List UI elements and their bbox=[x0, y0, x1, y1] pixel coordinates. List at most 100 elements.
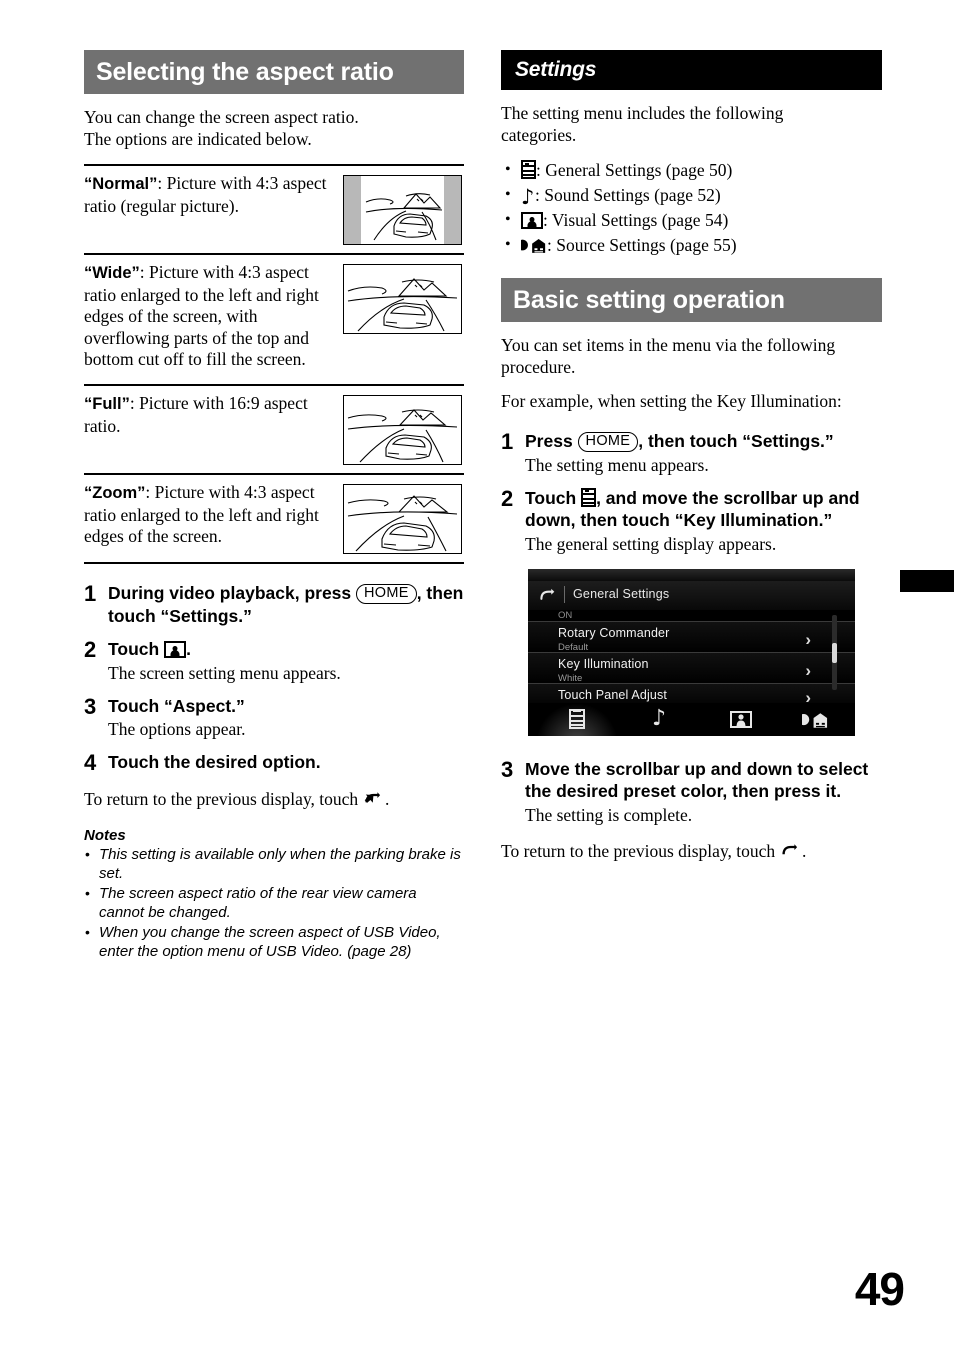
settings-intro-line2: categories. bbox=[501, 125, 577, 145]
step-title-before: During video playback, press bbox=[108, 583, 356, 603]
step-body: During video playback, press HOME, then … bbox=[108, 582, 464, 627]
device-tab-visual[interactable] bbox=[700, 703, 782, 736]
aspect-option-row: “Full”: Picture with 16:9 aspect ratio. bbox=[84, 386, 464, 475]
back-arrow-icon bbox=[781, 843, 797, 854]
settings-intro-paragraph: The setting menu includes the following … bbox=[501, 102, 882, 146]
aspect-option-row: “Zoom”: Picture with 4:3 aspect ratio en… bbox=[84, 475, 464, 564]
settings-category-label: : Sound Settings (page 52) bbox=[535, 185, 721, 205]
full-aspect-illustration bbox=[343, 395, 462, 465]
aspect-option-name: “Full” bbox=[84, 395, 130, 413]
page-edge-tab-marker bbox=[900, 570, 954, 592]
sound-settings-tab-icon: ♪ bbox=[651, 706, 667, 731]
general-settings-icon bbox=[581, 487, 597, 507]
sound-settings-icon: ♪ bbox=[521, 185, 535, 209]
settings-intro-line1: The setting menu includes the following bbox=[501, 103, 784, 123]
aspect-option-text: “Full”: Picture with 16:9 aspect ratio. bbox=[84, 393, 336, 437]
section-heading-basic-setting: Basic setting operation bbox=[501, 278, 882, 322]
general-settings-tab-icon bbox=[569, 709, 585, 729]
wide-aspect-illustration bbox=[343, 264, 462, 334]
zoom-aspect-illustration bbox=[343, 484, 462, 554]
step-title: Touch . bbox=[108, 638, 464, 661]
device-scrollbar-track[interactable] bbox=[832, 614, 837, 690]
aspect-option-text: “Normal”: Picture with 4:3 aspect ratio … bbox=[84, 173, 336, 217]
step-number: 2 bbox=[84, 637, 97, 662]
wide-aspect-figure-svg bbox=[343, 264, 462, 334]
basic-intro-paragraph: You can set items in the menu via the fo… bbox=[501, 334, 882, 378]
right-column: Settings The setting menu includes the f… bbox=[501, 50, 882, 862]
zoom-aspect-figure-svg bbox=[343, 484, 462, 554]
settings-category-item: : Visual Settings (page 54) bbox=[501, 207, 882, 233]
step-title: Move the scrollbar up and down to select… bbox=[525, 758, 869, 802]
document-page: Selecting the aspect ratio You can chang… bbox=[0, 0, 954, 1352]
general-settings-icon bbox=[521, 160, 536, 179]
step-number: 3 bbox=[84, 693, 97, 719]
aspect-option-name: “Wide” bbox=[84, 264, 140, 282]
return-note-before: To return to the previous display, touch bbox=[84, 789, 363, 809]
aspect-option-row: “Wide”: Picture with 4:3 aspect ratio en… bbox=[84, 255, 464, 386]
step-title-before: Touch bbox=[525, 487, 582, 508]
step-subtext: The options appear. bbox=[108, 719, 246, 739]
device-row-label: Touch Panel Adjust bbox=[558, 687, 668, 702]
chevron-right-icon: › bbox=[805, 629, 811, 649]
chevron-right-icon: › bbox=[805, 660, 811, 680]
return-note-before: To return to the previous display, touch bbox=[501, 840, 780, 861]
normal-aspect-illustration bbox=[343, 175, 462, 245]
device-list-row[interactable]: Rotary Commander Default › bbox=[528, 620, 855, 653]
device-tab-bar: ♪ bbox=[528, 702, 855, 736]
device-list-row[interactable]: Key Illumination White › bbox=[528, 651, 855, 684]
step-title-before: Touch bbox=[108, 639, 165, 659]
aspect-option-text: “Zoom”: Picture with 4:3 aspect ratio en… bbox=[84, 482, 336, 548]
page-number: 49 bbox=[854, 1263, 905, 1315]
step-title: Touch the desired option. bbox=[108, 752, 321, 772]
step-title: Touch “Aspect.” bbox=[108, 695, 245, 716]
device-tab-sound[interactable]: ♪ bbox=[618, 703, 700, 736]
full-aspect-figure-svg bbox=[343, 395, 462, 465]
basic-steps-continued: 3 Move the scrollbar up and down to sele… bbox=[501, 758, 882, 826]
step-title-after: , then touch “Settings.” bbox=[638, 431, 834, 451]
aspect-option-name: “Normal” bbox=[84, 175, 158, 193]
settings-category-label: : Source Settings (page 55) bbox=[547, 235, 737, 255]
aspect-option-table: “Normal”: Picture with 4:3 aspect ratio … bbox=[84, 164, 464, 564]
device-tab-source[interactable] bbox=[774, 703, 855, 736]
step-title: During video playback, press HOME, then … bbox=[108, 582, 464, 627]
step-subtext: The general setting display appears. bbox=[525, 533, 777, 554]
basic-return-note: To return to the previous display, touch… bbox=[501, 840, 882, 862]
device-scrollbar-thumb[interactable] bbox=[832, 642, 837, 663]
aspect-steps-list: 1 During video playback, press HOME, the… bbox=[84, 582, 464, 774]
device-tab-general[interactable] bbox=[536, 702, 618, 736]
device-list-row[interactable]: Touch Panel Adjust › bbox=[528, 682, 855, 703]
step-body: Press HOME, then touch “Settings.” The s… bbox=[525, 430, 882, 476]
notes-heading: Notes bbox=[84, 827, 126, 844]
device-partial-row-value: ON bbox=[558, 609, 573, 621]
step-title: Touch , and move the scrollbar up and do… bbox=[525, 487, 882, 532]
step-number: 4 bbox=[84, 750, 97, 775]
basic-example-line: For example, when setting the Key Illumi… bbox=[501, 391, 842, 411]
step-title-before: Press bbox=[525, 431, 578, 451]
basic-steps-list: 1 Press HOME, then touch “Settings.” The… bbox=[501, 430, 882, 555]
step-body: Move the scrollbar up and down to select… bbox=[525, 758, 882, 826]
aspect-option-name: “Zoom” bbox=[84, 484, 146, 502]
device-back-arrow-icon[interactable] bbox=[538, 587, 555, 604]
home-key-button[interactable]: HOME bbox=[577, 432, 639, 452]
basic-intro-line2: procedure. bbox=[501, 357, 576, 377]
visual-settings-icon bbox=[521, 212, 543, 229]
settings-category-label: : General Settings (page 50) bbox=[536, 160, 733, 180]
step-number: 1 bbox=[84, 581, 97, 606]
return-note-after: . bbox=[797, 840, 807, 861]
device-screenshot: General Settings ON Rotary Commander Def… bbox=[528, 568, 855, 736]
step-body: Touch “Aspect.” The options appear. bbox=[108, 695, 464, 741]
device-row-label: Key Illumination bbox=[558, 656, 649, 671]
step-title-after: . bbox=[186, 639, 191, 659]
normal-aspect-figure-svg bbox=[343, 175, 462, 245]
settings-category-item: ♪: Sound Settings (page 52) bbox=[501, 182, 882, 209]
step-number: 2 bbox=[501, 485, 514, 511]
note-item: When you change the screen aspect of USB… bbox=[84, 923, 464, 961]
chevron-right-icon: › bbox=[805, 687, 811, 703]
settings-category-item: : Source Settings (page 55) bbox=[501, 232, 882, 258]
home-key-button[interactable]: HOME bbox=[356, 584, 417, 604]
visual-settings-tab-icon bbox=[730, 710, 752, 728]
settings-category-list: : General Settings (page 50) ♪: Sound Se… bbox=[501, 157, 882, 258]
step-body: Touch , and move the scrollbar up and do… bbox=[525, 487, 882, 555]
note-item: This setting is available only when the … bbox=[84, 845, 464, 883]
note-item: The screen aspect ratio of the rear view… bbox=[84, 884, 464, 922]
